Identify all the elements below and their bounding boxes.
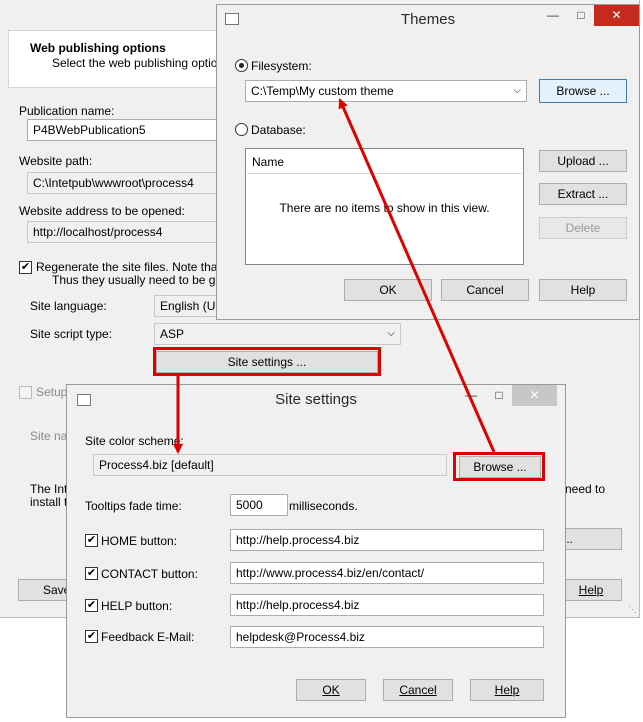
regenerate-label-line1: Regenerate the site files. Note that the	[36, 260, 241, 274]
resize-grip-icon[interactable]: ⋱	[628, 604, 637, 615]
site-language-select[interactable]: English (Uni	[154, 295, 220, 317]
tooltips-label: Tooltips fade time:	[85, 499, 182, 513]
website-address-label: Website address to be opened:	[19, 204, 185, 218]
themes-help-button[interactable]: Help	[539, 279, 627, 301]
help-label: HELP button:	[101, 599, 173, 613]
filesystem-radio[interactable]	[235, 59, 248, 72]
partial-button[interactable]: ...	[560, 528, 622, 550]
chevron-down-icon: ⌵	[387, 328, 395, 339]
maximize-icon[interactable]: □	[485, 385, 513, 406]
database-label: Database:	[251, 123, 306, 137]
contact-url-field[interactable]: http://www.process4.biz/en/contact/	[230, 562, 544, 584]
main-help-button[interactable]: Help	[560, 579, 622, 601]
themes-list[interactable]: Name There are no items to show in this …	[245, 148, 524, 265]
contact-checkbox[interactable]: ✔	[85, 567, 98, 580]
site-script-type-value: ASP	[160, 327, 185, 341]
maximize-icon[interactable]: □	[567, 5, 595, 26]
close-icon[interactable]: ✕	[512, 385, 557, 406]
site-language-label: Site language:	[30, 299, 107, 313]
home-label: HOME button:	[101, 534, 178, 548]
themes-ok-button[interactable]: OK	[344, 279, 432, 301]
database-radio[interactable]	[235, 123, 248, 136]
publication-name-label: Publication name:	[19, 104, 115, 118]
themes-browse-button[interactable]: Browse ...	[539, 79, 627, 103]
site-cancel-label: Cancel	[399, 683, 437, 697]
extract-button[interactable]: Extract ...	[539, 183, 627, 205]
regenerate-checkbox[interactable]: ✔	[19, 261, 32, 274]
contact-label: CONTACT button:	[101, 567, 198, 581]
delete-button[interactable]: Delete	[539, 217, 627, 239]
website-path-field[interactable]: C:\Intetpub\wwwroot\process4	[27, 172, 217, 194]
themes-cancel-button[interactable]: Cancel	[441, 279, 529, 301]
help-url-field[interactable]: http://help.process4.biz	[230, 594, 544, 616]
website-path-label: Website path:	[19, 154, 93, 168]
main-help-label: Help	[578, 583, 604, 597]
minimize-icon[interactable]: —	[457, 385, 485, 406]
close-icon[interactable]: ✕	[594, 5, 639, 26]
themes-titlebar[interactable]: Themes — □ ✕	[217, 5, 639, 35]
chevron-down-icon: ⌵	[513, 85, 521, 96]
minimize-icon[interactable]: —	[539, 5, 567, 26]
home-url-field[interactable]: http://help.process4.biz	[230, 529, 544, 551]
color-scheme-field[interactable]: Process4.biz [default]	[93, 454, 447, 476]
tooltips-field[interactable]: 5000	[230, 494, 288, 516]
highlight-site-settings-button	[153, 347, 381, 376]
site-ok-label: OK	[322, 683, 340, 697]
empty-list-message: There are no items to show in this view.	[279, 201, 490, 215]
upload-button[interactable]: Upload ...	[539, 150, 627, 172]
site-help-label: Help	[494, 683, 520, 697]
setup-checkbox[interactable]	[19, 386, 32, 399]
site-help-button[interactable]: Help	[470, 679, 544, 701]
filesystem-path-value: C:\Temp\My custom theme	[251, 84, 394, 98]
feedback-label: Feedback E-Mail:	[101, 630, 195, 644]
site-script-type-label: Site script type:	[30, 327, 113, 341]
help-checkbox[interactable]: ✔	[85, 599, 98, 612]
filesystem-path-select[interactable]: C:\Temp\My custom theme ⌵	[245, 80, 527, 102]
name-column-label: Name	[252, 155, 285, 169]
setup-label: Setup	[36, 385, 68, 399]
site-settings-dialog: Site settings — □ ✕ Site color scheme: P…	[66, 384, 566, 718]
section-title: Web publishing options	[30, 41, 166, 55]
site-cancel-button[interactable]: Cancel	[383, 679, 453, 701]
home-checkbox[interactable]: ✔	[85, 534, 98, 547]
name-column-header[interactable]: Name	[247, 150, 522, 174]
site-script-type-select[interactable]: ASP ⌵	[154, 323, 401, 345]
filesystem-label: Filesystem:	[251, 59, 312, 73]
themes-dialog: Themes — □ ✕ Filesystem: C:\Temp\My cust…	[216, 4, 640, 320]
website-address-field[interactable]: http://localhost/process4	[27, 221, 217, 243]
feedback-email-field[interactable]: helpdesk@Process4.biz	[230, 626, 544, 648]
section-subtitle: Select the web publishing options.	[52, 56, 234, 70]
feedback-checkbox[interactable]: ✔	[85, 630, 98, 643]
site-settings-titlebar[interactable]: Site settings — □ ✕	[67, 385, 565, 415]
color-scheme-label: Site color scheme:	[85, 434, 184, 448]
info-text-right: need to	[565, 482, 606, 496]
tooltips-unit: milliseconds.	[289, 499, 358, 513]
highlight-browse-button	[453, 452, 545, 481]
publication-name-field[interactable]: P4BWebPublication5	[27, 119, 217, 141]
site-ok-button[interactable]: OK	[296, 679, 366, 701]
